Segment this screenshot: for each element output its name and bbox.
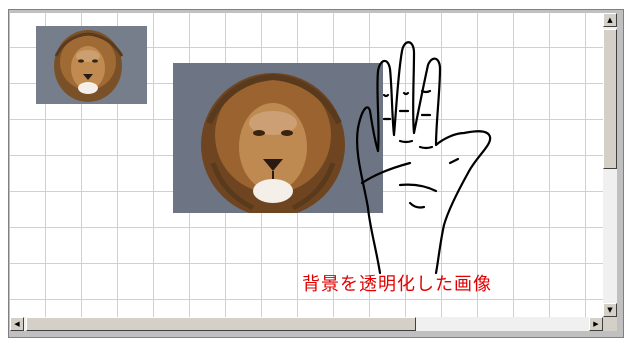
vertical-scroll-thumb[interactable] [603, 29, 617, 169]
arrow-down-icon: ▼ [607, 305, 613, 314]
scroll-up-button[interactable]: ▲ [603, 13, 617, 27]
arrow-right-icon: ▶ [593, 319, 599, 328]
arrow-left-icon: ◀ [14, 319, 20, 328]
hand-outline-transparent[interactable] [340, 33, 500, 288]
horizontal-scroll-thumb[interactable] [26, 317, 416, 331]
vertical-scrollbar[interactable]: ▲ ▼ [603, 13, 617, 317]
transparent-image-caption: 背景を透明化した画像 [302, 274, 492, 295]
scroll-right-button[interactable]: ▶ [589, 317, 603, 331]
scrollbar-corner [603, 317, 617, 331]
scroll-down-button[interactable]: ▼ [603, 303, 617, 317]
arrow-up-icon: ▲ [607, 15, 613, 24]
scroll-left-button[interactable]: ◀ [10, 317, 24, 331]
horizontal-scrollbar[interactable]: ◀ ▶ [10, 317, 603, 331]
lion-photo-small[interactable] [36, 26, 147, 104]
drawing-canvas[interactable]: 背景を透明化した画像 [10, 13, 603, 317]
